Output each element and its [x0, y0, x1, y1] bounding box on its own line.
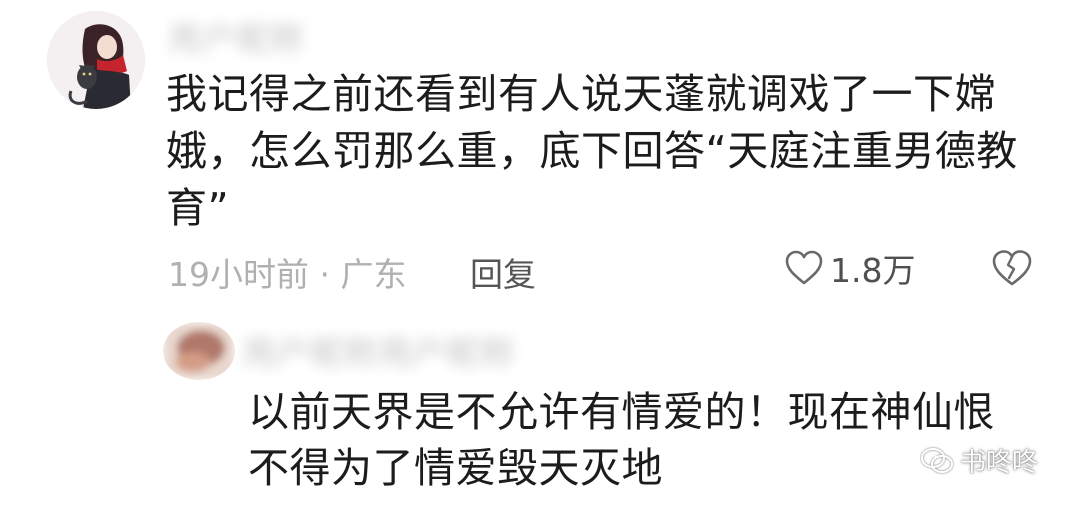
timestamp-location: 19小时前 · 广东 — [168, 255, 407, 294]
comment-line: 我记得之前还看到有人说天蓬就调戏了一下嫦 — [166, 70, 996, 118]
avatar[interactable] — [47, 11, 145, 109]
reply-button[interactable]: 回复 — [470, 248, 536, 296]
dislike-button[interactable] — [990, 248, 1034, 292]
comment-thread: 用户昵称 我记得之前还看到有人说天蓬就调戏了一下嫦 娥，怎么罚那么重，底下回答“… — [0, 0, 1080, 510]
watermark: 书咚咚 — [920, 442, 1038, 479]
comment-line: 育” — [166, 184, 230, 232]
avatar-blurred-icon — [163, 322, 235, 380]
comment-line: 娥，怎么罚那么重，底下回答“天庭注重男德教 — [166, 127, 1018, 175]
heart-outline-icon — [785, 250, 823, 285]
avatar[interactable] — [163, 322, 235, 380]
comment-text: 我记得之前还看到有人说天蓬就调戏了一下嫦 娥，怎么罚那么重，底下回答“天庭注重男… — [166, 66, 1046, 237]
comment-text: 以前天界是不允许有情爱的！现在神仙恨 不得为了情爱毁天灭地 — [248, 384, 1038, 496]
username-blurred[interactable]: 用户昵称 — [168, 12, 398, 60]
comment-line: 以前天界是不允许有情爱的！现在神仙恨 — [248, 388, 995, 436]
broken-heart-icon — [992, 250, 1032, 286]
like-count: 1.8万 — [830, 251, 916, 290]
anime-girl-with-cat-avatar-icon — [47, 11, 145, 109]
username-blurred[interactable]: 用户昵称用户昵称 — [242, 326, 572, 374]
wechat-official-account-icon — [921, 447, 953, 473]
like-button[interactable]: 1.8万 — [784, 246, 915, 290]
watermark-text: 书咚咚 — [960, 448, 1039, 478]
